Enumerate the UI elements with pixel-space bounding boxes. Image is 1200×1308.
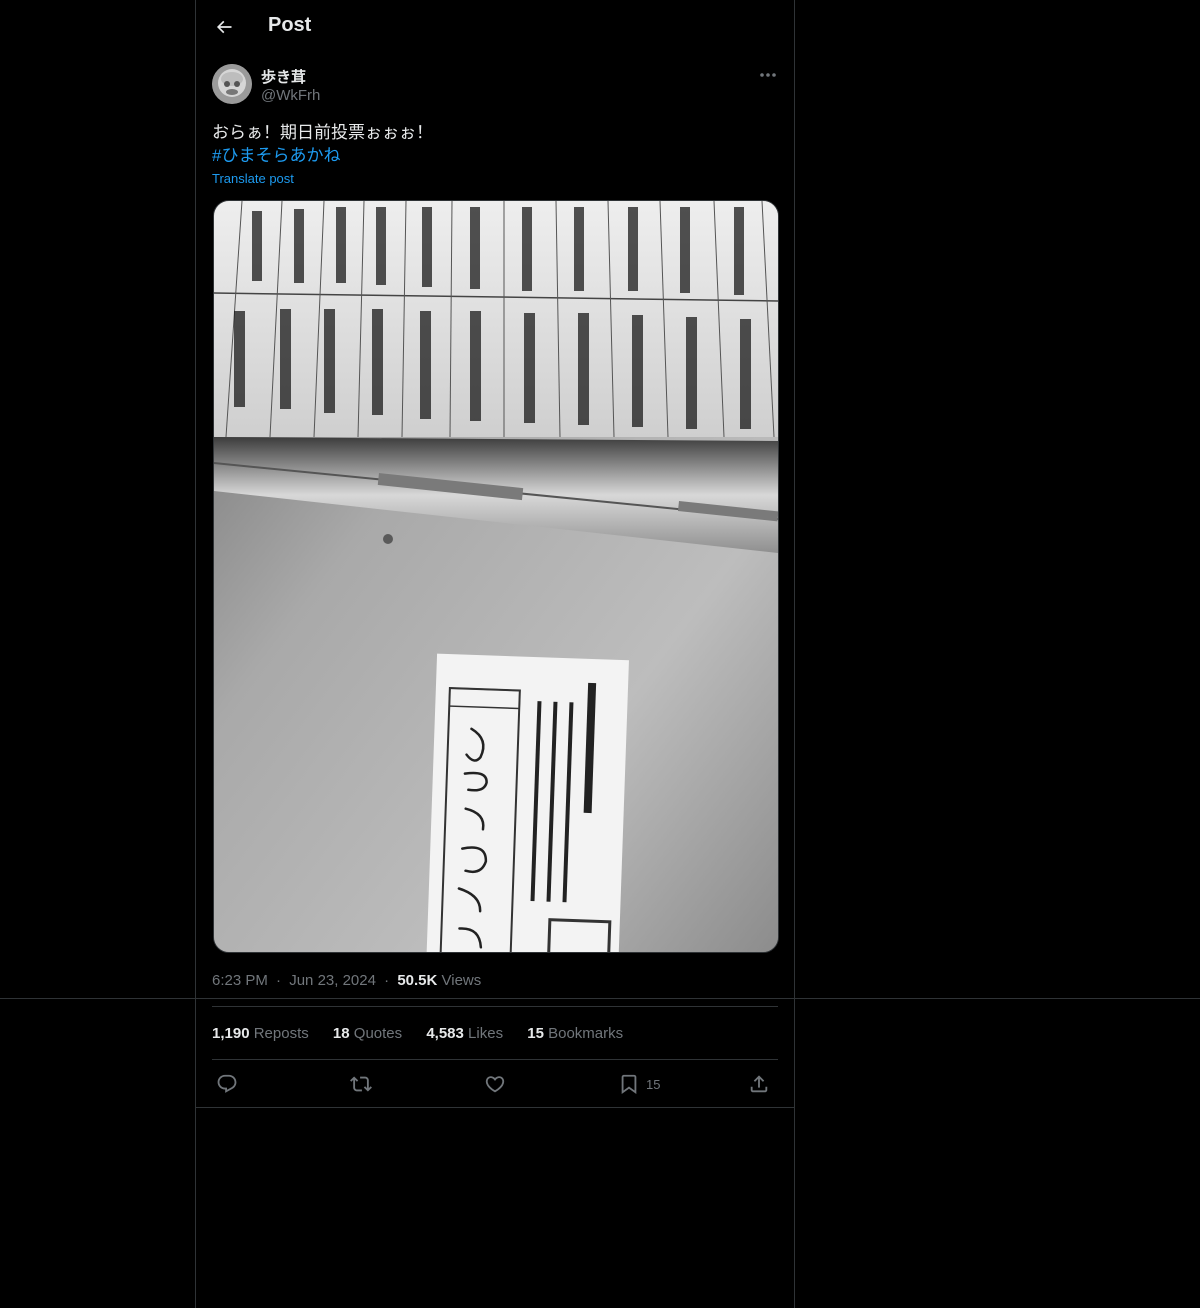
reposts-count: 1,190 [212, 1025, 250, 1042]
views-label: Views [441, 972, 482, 989]
heart-icon [484, 1073, 506, 1095]
post-stats: 1,190 Reposts 18 Quotes 4,583 Likes 15 B… [212, 1025, 643, 1042]
action-bar: 15 [212, 1060, 778, 1107]
quotes-stat[interactable]: 18 Quotes [333, 1025, 402, 1042]
reposts-label: Reposts [253, 1025, 309, 1042]
likes-label: Likes [468, 1025, 504, 1042]
repost-icon [350, 1073, 372, 1095]
meta-separator: · [384, 972, 390, 989]
voting-booth-photo [214, 201, 778, 952]
post-time[interactable]: 6:23 PM [212, 972, 268, 989]
page-header: Post [196, 0, 794, 54]
bookmarks-count: 15 [527, 1025, 544, 1042]
bookmarks-stat[interactable]: 15 Bookmarks [527, 1025, 623, 1042]
likes-stat[interactable]: 4,583 Likes [426, 1025, 503, 1042]
views-count: 50.5K [397, 972, 438, 989]
author-handle[interactable]: @WkFrh [261, 87, 320, 104]
post-meta: 6:23 PM · Jun 23, 2024 · 50.5K Views [212, 972, 481, 989]
repost-button[interactable] [350, 1072, 372, 1096]
more-options-button[interactable] [756, 64, 780, 86]
bookmark-count: 15 [646, 1076, 661, 1092]
back-button[interactable] [208, 11, 240, 43]
likes-count: 4,583 [426, 1025, 464, 1042]
post-column: Post 歩き茸 @WkFrh おらぁ！期日前投票ぉぉぉ！ #ひまそらあかね T… [195, 0, 795, 1308]
reply-icon [216, 1073, 238, 1095]
reposts-stat[interactable]: 1,190 Reposts [212, 1025, 309, 1042]
arrow-left-icon [214, 17, 234, 37]
avatar[interactable] [212, 64, 252, 104]
meta-separator: · [276, 972, 282, 989]
bookmarks-label: Bookmarks [548, 1025, 624, 1042]
more-icon [759, 72, 777, 78]
quotes-label: Quotes [353, 1025, 403, 1042]
divider [196, 1107, 794, 1108]
like-button[interactable] [484, 1072, 506, 1096]
page-title: Post [268, 14, 312, 36]
quotes-count: 18 [332, 1025, 350, 1042]
divider [212, 1006, 778, 1007]
bookmark-icon [618, 1073, 640, 1095]
author-display-name[interactable]: 歩き茸 [261, 66, 306, 87]
share-button[interactable] [748, 1072, 770, 1096]
post-photo[interactable] [213, 200, 779, 953]
reply-button[interactable] [216, 1072, 238, 1096]
hashtag-link[interactable]: #ひまそらあかね [212, 144, 340, 168]
share-icon [748, 1073, 770, 1095]
translate-post-link[interactable]: Translate post [212, 171, 294, 186]
bookmark-button[interactable]: 15 [618, 1072, 660, 1096]
post-text: おらぁ！期日前投票ぉぉぉ！ [212, 123, 433, 142]
post-date[interactable]: Jun 23, 2024 [289, 972, 376, 989]
